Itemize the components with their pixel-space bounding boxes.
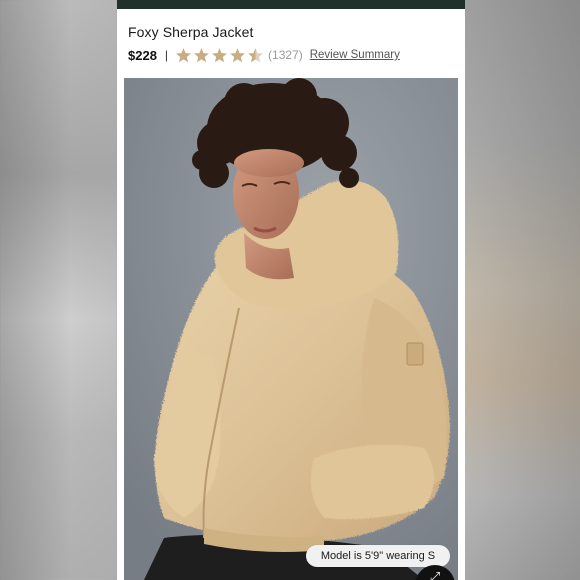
product-image[interactable]: [124, 78, 458, 580]
model-info-badge: Model is 5'9" wearing S: [306, 545, 450, 567]
review-count: (1327): [268, 48, 303, 62]
review-summary-link[interactable]: Review Summary: [310, 49, 400, 61]
star-icon: [194, 47, 209, 62]
zoom-icon: ⤢: [429, 569, 441, 580]
product-screen: Foxy Sherpa Jacket $228 | (1327) Review …: [117, 0, 465, 580]
separator: |: [164, 48, 169, 62]
star-icon: [176, 47, 191, 62]
background-right: [465, 0, 580, 580]
background-left: [0, 0, 117, 580]
product-price: $228: [128, 47, 157, 63]
star-icon: [248, 47, 263, 62]
product-photo-illustration: [124, 78, 458, 580]
product-title: Foxy Sherpa Jacket: [128, 24, 254, 40]
star-icon: [230, 47, 245, 62]
price-rating-row: $228 | (1327) Review Summary: [128, 46, 400, 64]
star-icon: [212, 47, 227, 62]
top-bar: [117, 0, 465, 9]
rating-stars[interactable]: [175, 47, 264, 64]
